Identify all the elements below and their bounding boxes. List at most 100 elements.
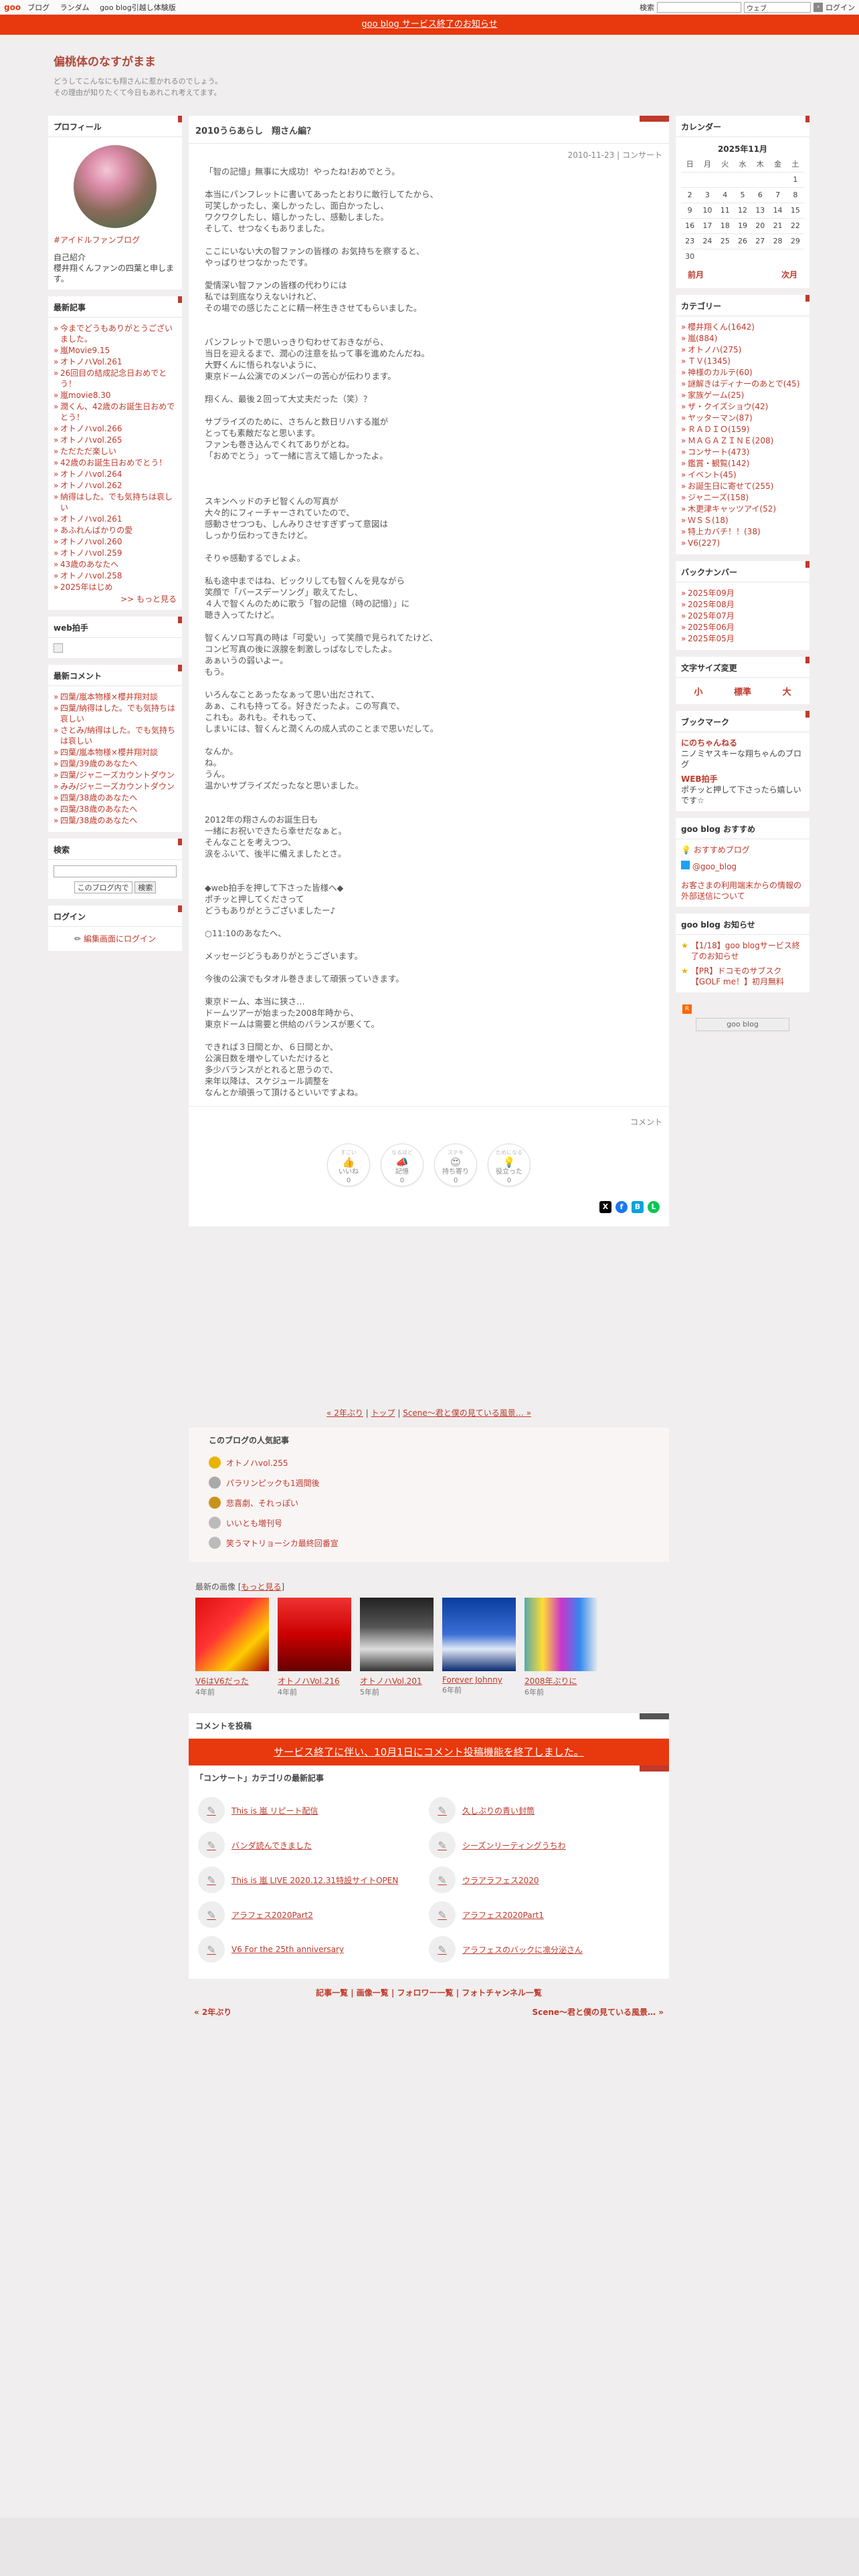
pager-next[interactable]: Scene〜君と僕の見ている風景… » — [532, 2006, 664, 2018]
reaction-button[interactable]: ステキ 😍 持ち寄り 0 — [434, 1144, 477, 1186]
external-transmission-link[interactable]: お客さまの利用端末からの情報の外部送信について — [681, 881, 801, 901]
category-article-link[interactable]: This is 嵐 リピート配信 — [231, 1805, 318, 1816]
category-item[interactable]: ＷＳＳ(18) — [681, 515, 804, 526]
goo-blog-badge[interactable]: goo blog — [696, 1018, 789, 1031]
recent-post-item[interactable]: 2025年はじめ — [54, 582, 177, 593]
calendar-day[interactable]: 30 — [681, 249, 699, 264]
backnumber-item[interactable]: 2025年09月 — [681, 588, 804, 599]
recent-comment-item[interactable]: 四葉/ジャニーズカウントダウン — [54, 770, 177, 780]
calendar-day[interactable]: 21 — [769, 218, 787, 233]
category-item[interactable]: ヤッターマン(87) — [681, 413, 804, 423]
prev-article-link[interactable]: « 2年ぶり — [326, 1408, 363, 1418]
font-mid-button[interactable]: 標準 — [734, 685, 751, 697]
service-end-link[interactable]: goo blog サービス終了のお知らせ — [361, 19, 497, 29]
image-thumb[interactable]: 2008年ぶりに 6年前 — [524, 1598, 598, 1697]
font-large-button[interactable]: 大 — [783, 685, 791, 697]
blog-search-button[interactable]: 検索 — [134, 881, 157, 893]
calendar-day[interactable]: 5 — [733, 187, 752, 203]
blog-search-input[interactable] — [54, 865, 177, 877]
category-article-item[interactable]: ✎ This is 嵐 リピート配信 — [198, 1793, 429, 1828]
recent-post-item[interactable]: オトノハvol.264 — [54, 469, 177, 479]
recent-post-item[interactable]: 今までどうもありがとうございました。 — [54, 323, 177, 344]
category-item[interactable]: 木更津キャッツアイ(52) — [681, 504, 804, 514]
backnumber-item[interactable]: 2025年06月 — [681, 622, 804, 633]
nav-migration[interactable]: goo blog引越し体験版 — [100, 3, 176, 12]
recent-post-item[interactable]: オトノハvol.258 — [54, 570, 177, 581]
rss-icon[interactable]: R — [682, 1004, 692, 1014]
recent-post-item[interactable]: オトノハvol.266 — [54, 423, 177, 434]
blog-title[interactable]: 偏桃体のなすがまま — [54, 52, 455, 69]
bookmark-1-name[interactable]: にのちゃんねる — [681, 738, 804, 748]
recent-post-item[interactable]: 嵐movie8.30 — [54, 390, 177, 401]
category-item[interactable]: 櫻井翔くん(1642) — [681, 322, 804, 332]
search-go-icon[interactable]: › — [814, 2, 823, 12]
calendar-day[interactable]: 25 — [716, 233, 734, 249]
calendar-day[interactable]: 3 — [698, 187, 717, 203]
category-article-item[interactable]: ✎ 久しぶりの青い封筒 — [429, 1793, 660, 1828]
thumbnail-image[interactable] — [278, 1598, 351, 1671]
recent-post-item[interactable]: オトノハvol.259 — [54, 548, 177, 558]
recent-post-item[interactable]: 43歳のあなたへ — [54, 559, 177, 570]
category-item[interactable]: ＭＡＧＡＺＩＮＥ(208) — [681, 435, 804, 446]
recent-more-link[interactable]: >> もっと見る — [54, 594, 177, 605]
bottom-links[interactable]: 記事一覧 | 画像一覧 | フォロワー一覧 | フォトチャンネル一覧 — [189, 1987, 669, 1998]
recent-post-item[interactable]: 納得はした。でも気持ちは哀しい — [54, 492, 177, 513]
recent-post-item[interactable]: オトノハvol.262 — [54, 480, 177, 491]
category-article-link[interactable]: アラフェス2020Part1 — [462, 1909, 544, 1921]
category-article-item[interactable]: ✎ シーズンリーティングうちわ — [429, 1828, 660, 1862]
image-caption[interactable]: オトノハVol.216 — [278, 1675, 351, 1687]
recent-post-item[interactable]: あふれんばかりの愛 — [54, 525, 177, 536]
category-article-item[interactable]: ✎ アラフェス2020Part1 — [429, 1897, 660, 1932]
recent-comment-item[interactable]: 四葉/38歳のあなたへ — [54, 804, 177, 815]
popular-item-link[interactable]: オトノハvol.255 — [226, 1457, 288, 1469]
category-article-link[interactable]: シーズンリーティングうちわ — [462, 1840, 566, 1851]
category-article-link[interactable]: バンダ読んできました — [231, 1840, 312, 1851]
category-item[interactable]: 家族ゲーム(25) — [681, 390, 804, 401]
calendar-day[interactable]: 8 — [786, 187, 804, 203]
thumbnail-image[interactable] — [524, 1598, 598, 1671]
recent-comment-item[interactable]: 四葉/嵐本物様×櫻井翔対談 — [54, 691, 177, 702]
calendar-day[interactable]: 24 — [698, 233, 717, 249]
popular-item[interactable]: 悲喜劇、それっぽい — [209, 1493, 649, 1513]
images-more-link[interactable]: もっと見る — [242, 1582, 282, 1592]
image-thumb[interactable]: オトノハVol.201 5年前 — [360, 1598, 434, 1697]
profile-tag-link[interactable]: #アイドルファンブログ — [54, 235, 177, 245]
calendar-day[interactable]: 13 — [751, 203, 769, 218]
facebook-share-icon[interactable]: f — [615, 1201, 628, 1213]
top-search-input[interactable] — [657, 1, 741, 13]
recent-comment-item[interactable]: 四葉/納得はした。でも気持ちは哀しい — [54, 703, 177, 724]
comment-closed-banner[interactable]: サービス終了に伴い、10月1日にコメント投稿機能を終了しました。 — [189, 1739, 669, 1765]
category-article-item[interactable]: ✎ ウラアラフェス2020 — [429, 1862, 660, 1897]
category-item[interactable]: お誕生日に寄せて(255) — [681, 481, 804, 492]
popular-item[interactable]: 笑うマトリョーシカ最終回番宣 — [209, 1533, 649, 1553]
category-item[interactable]: 鑑賞・観覧(142) — [681, 458, 804, 469]
image-caption[interactable]: 2008年ぶりに — [524, 1675, 598, 1687]
reaction-button[interactable]: なるほど 📣 記憶 0 — [381, 1144, 423, 1186]
category-article-link[interactable]: ウラアラフェス2020 — [462, 1874, 539, 1886]
recommend-blog-link[interactable]: おすすめブログ — [694, 845, 750, 855]
calendar-prev[interactable]: 前月 — [688, 270, 704, 280]
calendar-day[interactable]: 15 — [786, 203, 804, 218]
hatena-share-icon[interactable]: B — [632, 1201, 644, 1213]
recent-comment-item[interactable]: 四葉/38歳のあなたへ — [54, 815, 177, 826]
goo-blog-twitter-link[interactable]: @goo_blog — [692, 862, 737, 871]
calendar-day[interactable]: 7 — [769, 187, 787, 203]
category-article-item[interactable]: ✎ アラフェス2020Part2 — [198, 1897, 429, 1932]
calendar-day[interactable]: 26 — [733, 233, 752, 249]
image-caption[interactable]: V6はV6だった — [195, 1675, 269, 1687]
announce-1[interactable]: 【1/18】goo blogサービス終了のお知らせ — [691, 940, 804, 962]
font-small-button[interactable]: 小 — [694, 685, 702, 697]
category-article-item[interactable]: ✎ This is 嵐 LIVE 2020.12.31特設サイトOPEN — [198, 1862, 429, 1897]
calendar-day[interactable]: 2 — [681, 187, 699, 203]
category-article-link[interactable]: アラフェスのバックに凛分泌さん — [462, 1944, 583, 1955]
calendar-day[interactable]: 4 — [716, 187, 734, 203]
top-link[interactable]: トップ — [371, 1408, 395, 1418]
announce-2[interactable]: 【PR】ドコモのサブスク【GOLF me！】初月無料 — [691, 966, 804, 987]
image-caption[interactable]: オトノハVol.201 — [360, 1675, 434, 1687]
category-item[interactable]: V6(227) — [681, 538, 804, 548]
category-item[interactable]: 嵐(884) — [681, 333, 804, 344]
recent-post-item[interactable]: オトノハvol.265 — [54, 435, 177, 445]
category-item[interactable]: ザ・クイズショウ(42) — [681, 401, 804, 412]
category-item[interactable]: 謎解きはディナーのあとで(45) — [681, 379, 804, 389]
popular-item-link[interactable]: 悲喜劇、それっぽい — [226, 1497, 298, 1509]
